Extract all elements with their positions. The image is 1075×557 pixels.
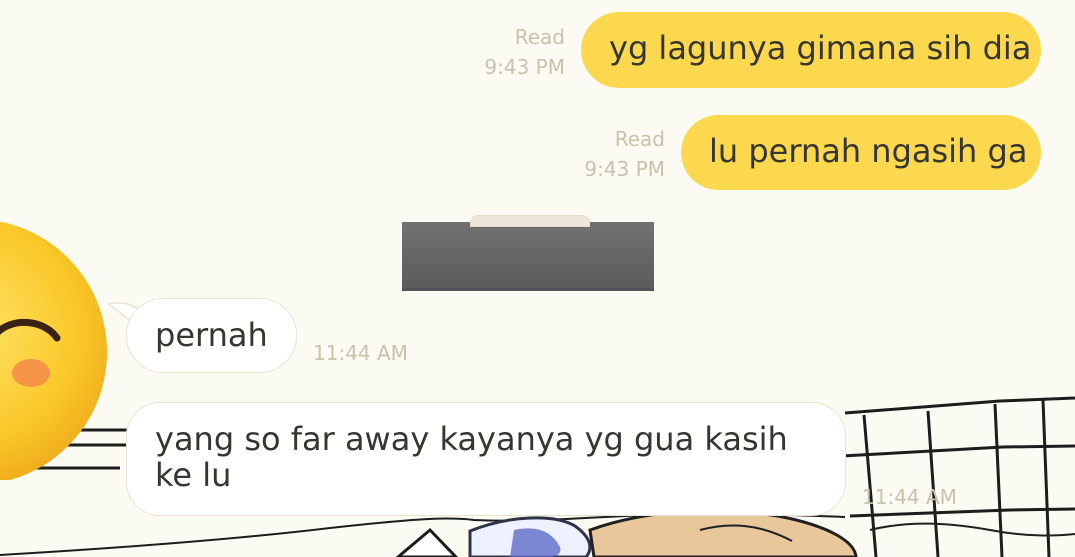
outgoing-message-1-meta: Read 9:43 PM [457,22,565,82]
outgoing-message-bubble[interactable]: yg lagunya gimana sih dia [581,12,1041,88]
message-text: yang so far away kayanya yg gua kasih ke… [155,420,788,494]
message-time: 11:44 AM [313,341,408,365]
outgoing-message-2-meta: Read 9:43 PM [558,124,665,184]
outgoing-message-bubble[interactable]: lu pernah ngasih ga [681,115,1041,190]
chat-view[interactable]: Read 9:43 PM yg lagunya gimana sih dia R… [0,0,1075,557]
message-time: 11:44 AM [862,485,957,509]
read-receipt: Read [514,25,565,49]
message-time: 9:43 PM [484,55,565,79]
redacted-area [402,215,654,291]
incoming-message-bubble[interactable]: pernah [126,298,297,373]
incoming-message-bubble[interactable]: yang so far away kayanya yg gua kasih ke… [126,402,846,516]
read-receipt: Read [614,127,665,151]
message-text: pernah [155,316,268,354]
message-text: yg lagunya gimana sih dia [609,29,1032,67]
contact-profile-emoji-icon [0,222,107,480]
message-time: 9:43 PM [584,157,665,181]
message-text: lu pernah ngasih ga [709,132,1028,170]
